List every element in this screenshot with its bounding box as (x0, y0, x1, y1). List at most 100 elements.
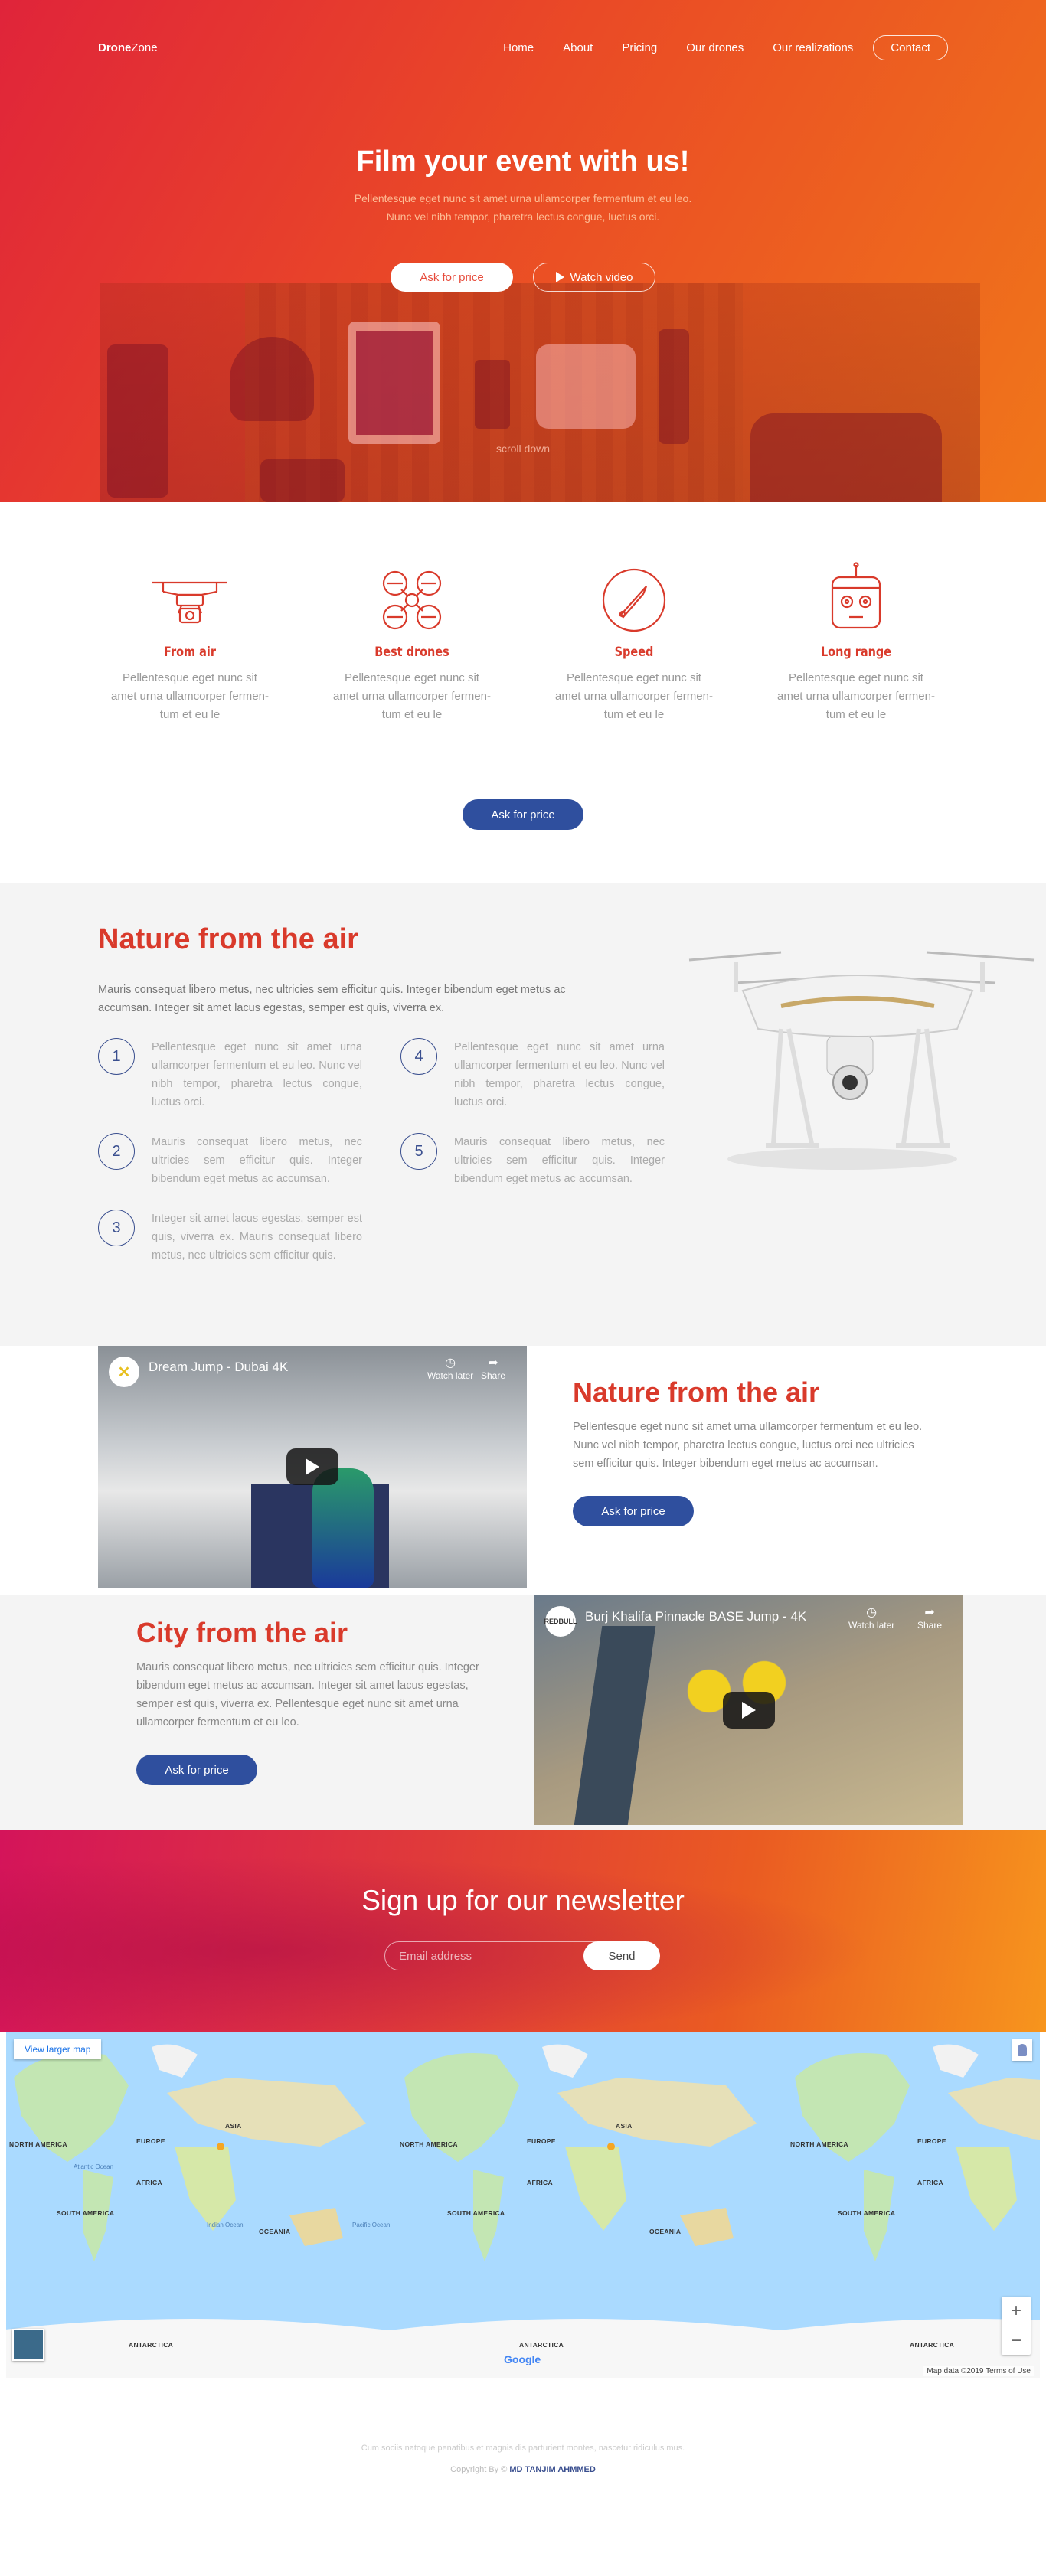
drone-product-image (688, 951, 1035, 1170)
map-label: AFRICA (136, 2179, 162, 2186)
author-name: MD TANJIM AHMMED (509, 2465, 596, 2474)
map-label: ASIA (225, 2122, 242, 2130)
zoom-control: + − (1002, 2297, 1031, 2355)
step-number: 5 (400, 1133, 437, 1170)
brand-logo[interactable]: DroneZone (98, 41, 158, 54)
youtube-embed-burj-khalifa[interactable]: REDBULL Burj Khalifa Pinnacle BASE Jump … (534, 1595, 963, 1825)
hero-title: Film your event with us! (356, 145, 690, 178)
nature-title: Nature from the air (98, 923, 358, 955)
nav-home[interactable]: Home (503, 41, 534, 54)
share-control[interactable]: ➦ Share (917, 1605, 942, 1631)
top-navbar: DroneZone Home About Pricing Our drones … (98, 35, 948, 60)
step-text: Mauris consequat libero metus, nec ultri… (454, 1136, 665, 1185)
nav-pricing[interactable]: Pricing (622, 41, 657, 54)
video1-ask-price-button[interactable]: Ask for price (573, 1496, 694, 1526)
watch-video-button[interactable]: Watch video (533, 263, 655, 292)
clock-icon: ◷ (866, 1606, 878, 1619)
play-icon (742, 1702, 756, 1719)
step-text: Integer sit amet lacus egestas, semper e… (152, 1213, 362, 1262)
map-label: ANTARCTICA (129, 2341, 174, 2349)
phone-image (475, 360, 510, 429)
map-attribution[interactable]: Map data ©2019 Terms of Use (923, 2366, 1034, 2376)
feature-text: Pellentesque eget nunc sit amet urna ull… (111, 671, 269, 721)
feature-text: Pellentesque eget nunc sit amet urna ull… (555, 671, 713, 721)
zoom-in-button[interactable]: + (1002, 2297, 1031, 2326)
map-label: EUROPE (917, 2137, 946, 2145)
channel-logo-icon[interactable]: ✕ (109, 1357, 139, 1387)
watch-later-label: Watch later (848, 1620, 895, 1631)
view-larger-map-link[interactable]: View larger map (14, 2039, 102, 2059)
step-number: 3 (98, 1210, 135, 1246)
ocean-label: Pacific Ocean (352, 2222, 391, 2228)
zoom-out-button[interactable]: − (1002, 2326, 1031, 2355)
step-text: Pellentesque eget nunc sit amet urna ull… (152, 1041, 362, 1108)
send-button[interactable]: Send (583, 1941, 660, 1970)
gimbal-image (659, 329, 689, 444)
map-tile (389, 2044, 780, 2378)
clock-icon: ◷ (445, 1357, 456, 1370)
share-icon: ➦ (488, 1357, 498, 1370)
camera-image (260, 459, 345, 502)
hero-ask-price-button[interactable]: Ask for price (391, 263, 513, 292)
step-item: 1 Pellentesque eget nunc sit amet urna ul… (98, 1038, 362, 1112)
feature-title: From air (164, 645, 216, 660)
play-button[interactable] (723, 1692, 775, 1729)
headphones-image (230, 337, 314, 421)
play-button[interactable] (286, 1448, 338, 1485)
map-label: SOUTH AMERICA (57, 2209, 115, 2217)
watch-later-control[interactable]: ◷ Watch later (427, 1355, 473, 1381)
feature-from-air: From air Pellentesque eget nunc sit amet… (98, 563, 282, 724)
remote-controller-icon (764, 562, 948, 637)
step-text: Mauris consequat libero metus, nec ultri… (152, 1136, 362, 1185)
step-number: 4 (400, 1038, 437, 1075)
email-input[interactable] (384, 1941, 614, 1970)
nav-contact-button[interactable]: Contact (873, 35, 948, 60)
map-label: EUROPE (527, 2137, 556, 2145)
feature-title: Best drones (374, 645, 449, 660)
youtube-embed-dream-jump[interactable]: ✕ Dream Jump - Dubai 4K ◷ Watch later ➦ Sh… (98, 1346, 527, 1588)
map-tile (6, 2044, 389, 2378)
map-tile (780, 2044, 1040, 2378)
watch-later-control[interactable]: ◷ Watch later (848, 1605, 894, 1631)
controller-image (536, 344, 636, 429)
video-title[interactable]: Burj Khalifa Pinnacle BASE Jump - 4K (585, 1609, 806, 1624)
video1-paragraph: Pellentesque eget nunc sit amet urna ull… (573, 1421, 923, 1470)
features-ask-price-button[interactable]: Ask for price (463, 799, 583, 830)
google-map[interactable]: NORTH AMERICA EUROPE ASIA AFRICA SOUTH A… (6, 2032, 1040, 2378)
drone-camera-icon (98, 563, 282, 637)
tablet-screen (356, 331, 433, 435)
map-label: NORTH AMERICA (9, 2140, 67, 2148)
nature-section: Nature from the air Mauris consequat lib… (0, 883, 1046, 1346)
feature-title: Speed (614, 645, 654, 660)
hero-subtitle-line1: Pellentesque eget nunc sit amet urna ull… (354, 192, 692, 204)
ocean-label: Indian Ocean (207, 2222, 244, 2228)
video2-text: City from the air Mauris consequat liber… (136, 1617, 504, 1785)
nav-about[interactable]: About (563, 41, 593, 54)
share-control[interactable]: ➦ Share (481, 1355, 505, 1381)
footer: Cum sociis natoque penatibus et magnis d… (0, 2378, 1046, 2570)
video-title[interactable]: Dream Jump - Dubai 4K (149, 1360, 288, 1375)
step-item: 5 Mauris consequat libero metus, nec ultr… (400, 1133, 665, 1188)
footer-text: Cum sociis natoque penatibus et magnis d… (361, 2444, 685, 2453)
satellite-toggle[interactable] (12, 2329, 44, 2361)
scroll-down-link[interactable]: scroll down (0, 442, 1046, 455)
nav-our-realizations[interactable]: Our realizations (773, 41, 853, 54)
video2-ask-price-button[interactable]: Ask for price (136, 1755, 257, 1785)
map-label: OCEANIA (259, 2228, 291, 2235)
feature-best-drones: Best drones Pellentesque eget nunc sit a… (320, 563, 504, 724)
quadcopter-icon (320, 563, 504, 637)
channel-logo-icon[interactable]: REDBULL (544, 1606, 577, 1637)
video1-title: Nature from the air (573, 1376, 820, 1408)
map-label: SOUTH AMERICA (447, 2209, 505, 2217)
feature-speed: Speed Pellentesque eget nunc sit amet ur… (542, 563, 726, 724)
nav-our-drones[interactable]: Our drones (686, 41, 744, 54)
video-section-1: ✕ Dream Jump - Dubai 4K ◷ Watch later ➦ Sh… (0, 1346, 1046, 1595)
step-item: 4 Pellentesque eget nunc sit amet urna ul… (400, 1038, 665, 1112)
step-item: 3 Integer sit amet lacus egestas, semper … (98, 1210, 362, 1265)
share-label: Share (481, 1370, 506, 1381)
street-view-pegman-icon[interactable] (1012, 2039, 1032, 2061)
map-label: AFRICA (917, 2179, 943, 2186)
share-label: Share (917, 1620, 943, 1631)
map-label: ANTARCTICA (519, 2341, 564, 2349)
google-logo: Google (504, 2353, 541, 2365)
